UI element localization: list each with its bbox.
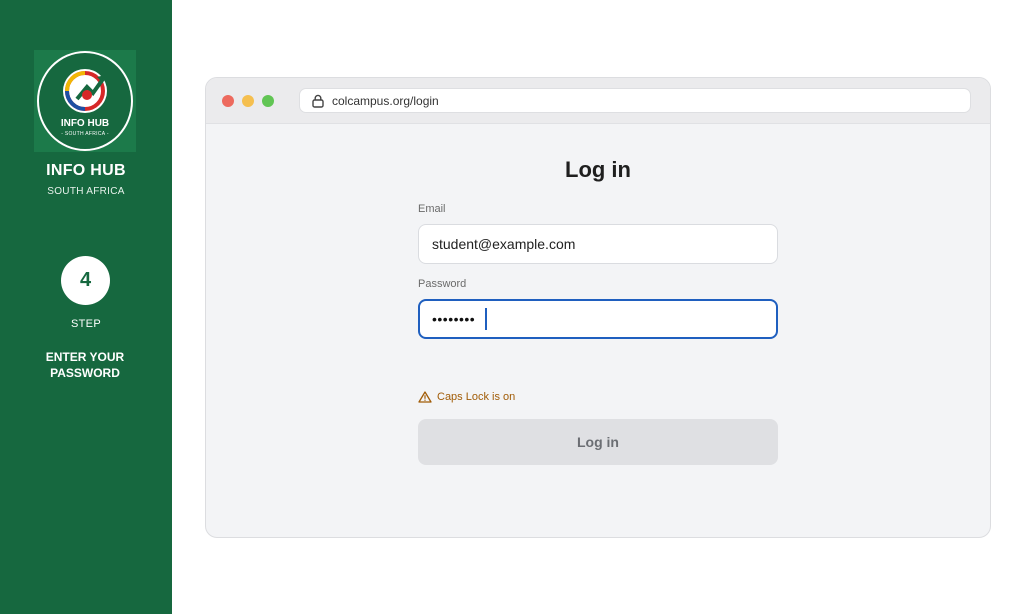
brand-subtitle: SOUTH AFRICA <box>47 186 125 197</box>
logo-badge: INFO HUB - SOUTH AFRICA - <box>37 51 133 151</box>
sidebar: INFO HUB - SOUTH AFRICA - INFO HUB SOUTH… <box>0 0 172 614</box>
close-window-button[interactable] <box>222 95 234 107</box>
address-bar[interactable]: colcampus.org/login <box>299 88 971 113</box>
step-number: 4 <box>61 256 110 305</box>
email-label: Email <box>418 203 446 215</box>
warning-icon <box>418 391 432 403</box>
minimize-window-button[interactable] <box>242 95 254 107</box>
password-label: Password <box>418 278 467 290</box>
brand-title: INFO HUB <box>46 162 126 179</box>
browser-titlebar: colcampus.org/login <box>206 78 990 124</box>
email-value: student@example.com <box>432 236 576 252</box>
logo-subtext: - SOUTH AFRICA - <box>61 131 109 137</box>
logo-emblem-icon <box>63 69 107 113</box>
page-title: Log in <box>565 157 631 182</box>
login-button[interactable]: Log in <box>418 419 778 465</box>
password-value: •••••••• <box>432 311 476 327</box>
email-field[interactable]: student@example.com <box>418 224 778 264</box>
caps-lock-warning: Caps Lock is on <box>418 391 515 403</box>
text-caret <box>485 308 488 330</box>
logo: INFO HUB - SOUTH AFRICA - <box>34 50 136 152</box>
login-page: Log in Email student@example.com Passwor… <box>206 124 990 537</box>
password-field[interactable]: •••••••• <box>418 299 778 339</box>
step-description: ENTER YOUR PASSWORD <box>45 350 125 380</box>
url-text: colcampus.org/login <box>332 93 439 108</box>
maximize-window-button[interactable] <box>262 95 274 107</box>
logo-text: INFO HUB <box>60 118 110 129</box>
caps-lock-warning-text: Caps Lock is on <box>437 391 516 403</box>
browser-window: colcampus.org/login Log in Email student… <box>205 77 991 538</box>
lock-icon <box>312 94 324 108</box>
step-label: STEP <box>71 318 101 330</box>
